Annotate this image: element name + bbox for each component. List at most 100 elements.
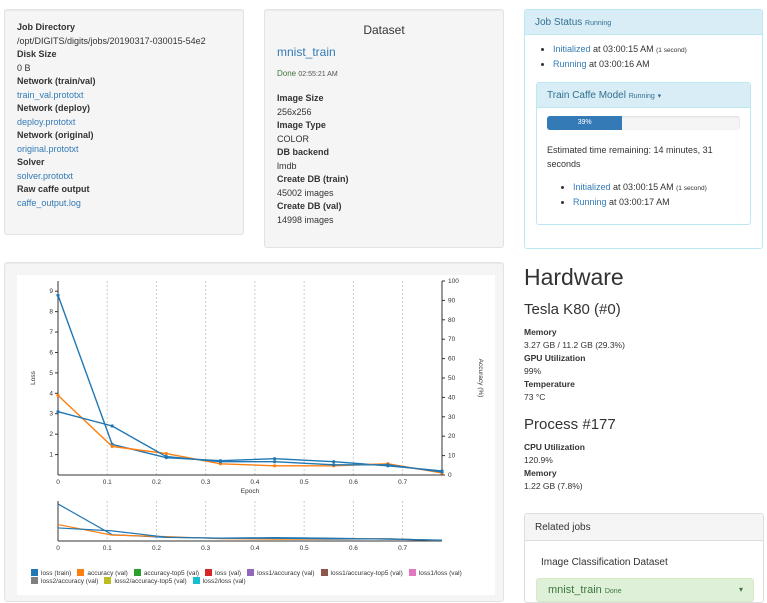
status-state-link[interactable]: Running (553, 59, 587, 69)
create-db-train-value: 45002 images (277, 187, 334, 198)
dataset-status-text: Done (277, 69, 297, 78)
overview-x-tick-label: 0.7 (398, 545, 407, 552)
status-state-link[interactable]: Running (573, 197, 607, 207)
legend-label: loss1/accuracy (val) (257, 570, 315, 577)
legend-label: accuracy (val) (87, 570, 128, 577)
job-status-panel: Job Status Running Initialized at 03:00:… (524, 9, 763, 249)
process-memory-value: 1.22 GB (7.8%) (524, 481, 583, 491)
legend-swatch (247, 569, 255, 576)
train-task-title: Train Caffe Model (547, 90, 626, 101)
chevron-down-icon[interactable]: ▾ (739, 585, 743, 594)
data-point (56, 293, 60, 297)
legend-swatch (133, 569, 141, 576)
db-backend-label: DB backend (277, 147, 330, 157)
legend-swatch (104, 577, 112, 584)
legend-swatch (192, 577, 200, 584)
legend-item[interactable]: loss1/accuracy (val) (247, 569, 315, 577)
gpu-memory-label: Memory (524, 327, 557, 337)
related-job-name[interactable]: mnist_train (548, 584, 602, 596)
overview-x-tick-label: 0.4 (250, 545, 259, 552)
training-chart-svg[interactable]: 0 0.1 0.2 0.3 0.4 0.5 0.6 0.7123456789010203040… (17, 275, 495, 575)
status-history-item: Running at 03:00:16 AM (553, 58, 762, 71)
y2-tick-label: 40 (448, 394, 456, 401)
data-point (56, 393, 60, 397)
training-chart[interactable]: 0 0.1 0.2 0.3 0.4 0.5 0.6 0.7 1 2 3 4 5 6 7 8 9 0 10 20 30 40… (17, 275, 495, 595)
y2-tick-label: 70 (448, 336, 456, 343)
y2-tick-label: 10 (448, 453, 456, 460)
legend-item[interactable]: loss2/accuracy (val) (31, 577, 98, 585)
overview-x-tick-label: 0.3 (201, 545, 210, 552)
y-tick-label: 3 (49, 411, 53, 418)
x-tick-label: 0.6 (349, 479, 358, 486)
x-tick-label: 0.7 (398, 479, 407, 486)
related-jobs-title: Related jobs (525, 514, 763, 541)
status-time: at 03:00:16 AM (589, 58, 650, 69)
gpu-stats: Memory 3.27 GB / 11.2 GB (29.3%) GPU Uti… (524, 326, 764, 404)
network-original-link[interactable]: original.prototxt (17, 144, 79, 154)
legend-label: loss2/accuracy (val) (41, 578, 99, 585)
process-stats: CPU Utilization 120.9% Memory 1.22 GB (7… (524, 441, 764, 493)
status-state-link[interactable]: Initialized (553, 44, 591, 54)
y2-tick-label: 0 (448, 472, 452, 479)
chevron-down-icon[interactable]: ▾ (658, 93, 662, 100)
gpu-temp-value: 73 °C (524, 392, 546, 402)
legend-item[interactable]: accuracy-top5 (val) (133, 569, 199, 577)
training-chart-panel: 0 0.1 0.2 0.3 0.4 0.5 0.6 0.7 1 2 3 4 5 6 7 8 9 0 10 20 30 40… (4, 262, 504, 602)
overview-series-line (57, 527, 443, 541)
related-jobs-panel: Related jobs Image Classification Datase… (524, 513, 764, 603)
overview-x-tick-label: 0.1 (103, 545, 112, 552)
cpu-util-value: 120.9% (524, 455, 553, 465)
y-tick-label: 8 (49, 309, 53, 316)
create-db-val-value: 14998 images (277, 214, 334, 225)
estimated-time-remaining: Estimated time remaining: 14 minutes, 31… (547, 145, 713, 169)
network-original-label: Network (original) (17, 130, 94, 140)
legend-swatch (408, 569, 416, 576)
y-tick-label: 1 (49, 452, 53, 459)
hardware-title: Hardware (524, 264, 624, 290)
hardware-section: Hardware Tesla K80 (#0) Memory 3.27 GB /… (524, 262, 764, 505)
train-task-heading[interactable]: Train Caffe Model Running ▾ (537, 83, 750, 108)
status-state-link[interactable]: Initialized (573, 182, 611, 192)
job-status-title: Job Status (535, 17, 583, 28)
dataset-name-link[interactable]: mnist_train (277, 45, 491, 59)
status-history-item: Running at 03:00:17 AM (573, 196, 750, 209)
related-jobs-subtitle: Image Classification Dataset (541, 557, 668, 568)
raw-output-link[interactable]: caffe_output.log (17, 198, 81, 208)
network-deploy-link[interactable]: deploy.prototxt (17, 117, 75, 127)
x-axis-label: Epoch (241, 488, 260, 495)
y-axis-label: Loss (30, 370, 37, 384)
data-point (273, 460, 277, 464)
gpu-memory-value: 3.27 GB / 11.2 GB (29.3%) (524, 340, 625, 350)
train-status-history: Initialized at 03:00:15 AM (1 second) Ru… (573, 181, 750, 208)
network-trainval-link[interactable]: train_val.prototxt (17, 90, 84, 100)
chart-legend[interactable]: loss (train) accuracy (val) accuracy-top5 … (31, 569, 491, 585)
status-history-item: Initialized at 03:00:15 AM (1 second) (553, 43, 762, 58)
legend-item[interactable]: loss (train) (31, 569, 71, 577)
gpu-util-value: 99% (524, 366, 542, 376)
raw-output-label: Raw caffe output (17, 184, 90, 194)
x-tick-label: 0 (56, 479, 60, 486)
legend-item[interactable]: loss (val) (205, 569, 241, 577)
status-time: at 03:00:15 AM (593, 44, 654, 54)
gpu-temp-label: Temperature (524, 379, 575, 389)
gpu-util-label: GPU Utilization (524, 353, 586, 363)
legend-item[interactable]: loss2/accuracy-top5 (val) (104, 577, 187, 585)
job-status-history: Initialized at 03:00:15 AM (1 second) Ru… (553, 43, 762, 70)
legend-item[interactable]: loss2/loss (val) (192, 577, 246, 585)
y2-tick-label: 80 (448, 317, 456, 324)
legend-label: loss2/loss (val) (202, 578, 246, 585)
y2-tick-label: 30 (448, 414, 456, 421)
status-history-item: Initialized at 03:00:15 AM (1 second) (573, 181, 750, 196)
dataset-panel: Dataset mnist_train Done 02:55:21 AM Ima… (264, 9, 504, 248)
legend-item[interactable]: accuracy (val) (77, 569, 128, 577)
series-line (57, 411, 443, 473)
data-point (273, 464, 277, 468)
solver-link[interactable]: solver.prototxt (17, 171, 73, 181)
legend-item[interactable]: loss1/loss (val) (408, 569, 462, 577)
y2-tick-label: 50 (448, 375, 456, 382)
legend-item[interactable]: loss1/accuracy-top5 (val) (320, 569, 403, 577)
job-info-panel: Job Directory /opt/DIGITS/digits/jobs/20… (4, 9, 244, 235)
related-job-item[interactable]: mnist_train Done ▾ (536, 578, 754, 602)
overview-x-tick-label: 0.5 (300, 545, 309, 552)
data-point (164, 451, 168, 456)
